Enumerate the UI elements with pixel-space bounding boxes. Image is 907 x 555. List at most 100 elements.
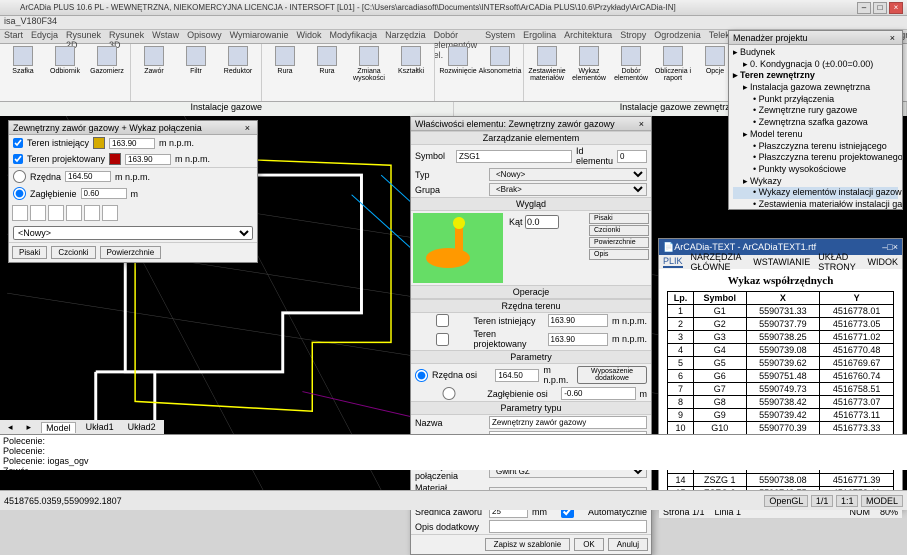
- side-pisaki-button[interactable]: Pisaki: [589, 213, 649, 224]
- menu-rysunek 3d[interactable]: Rysunek 3D: [109, 30, 144, 43]
- tool-icon[interactable]: [12, 205, 28, 221]
- tree-node[interactable]: ▸ Instalacja gazowa zewnętrzna: [733, 82, 898, 94]
- tree-node[interactable]: ▸ Elementy użytkownika: [733, 222, 898, 234]
- model-tab-układ1[interactable]: Układ1: [82, 422, 118, 432]
- symbol-input[interactable]: [456, 150, 572, 163]
- layer-val[interactable]: [109, 138, 155, 149]
- status-1/1[interactable]: 1/1: [811, 495, 834, 507]
- tool-icon[interactable]: [66, 205, 82, 221]
- grupa-select[interactable]: <Brak>: [489, 183, 647, 196]
- ribbon-gazomierz[interactable]: Gazomierz: [88, 46, 126, 75]
- menu-narzędzia[interactable]: Narzędzia: [385, 30, 426, 43]
- powierzchnie-button[interactable]: Powierzchnie: [100, 246, 162, 259]
- tree-node[interactable]: • Wykazy elementów instalacji gazow: [733, 187, 898, 199]
- ribbon-reduktor[interactable]: Reduktor: [219, 46, 257, 75]
- tree-node[interactable]: • Płaszczyzna terenu projektowanego: [733, 152, 898, 164]
- minimize-button[interactable]: –: [857, 2, 871, 14]
- layer-val[interactable]: [125, 154, 171, 165]
- opis-input[interactable]: [489, 520, 647, 533]
- kat-input[interactable]: [525, 215, 559, 229]
- opt-radio[interactable]: [13, 187, 26, 200]
- czcionki-button[interactable]: Czcionki: [51, 246, 95, 259]
- style-select[interactable]: <Nowy>: [13, 226, 253, 240]
- ribbon-obliczenia-i-raport[interactable]: Obliczenia i raport: [654, 46, 692, 82]
- ribbon-wykaz-elementów[interactable]: Wykaz elementów: [570, 46, 608, 82]
- zg-input[interactable]: [561, 387, 635, 400]
- menu-widok[interactable]: Widok: [297, 30, 322, 43]
- cancel-button[interactable]: Anuluj: [608, 538, 648, 551]
- rz-radio[interactable]: [415, 369, 428, 382]
- ti-chk[interactable]: [415, 314, 470, 327]
- save-template-button[interactable]: Zapisz w szablonie: [485, 538, 571, 551]
- status-opengl[interactable]: OpenGL: [764, 495, 808, 507]
- tree-node[interactable]: • Punkt przyłączenia: [733, 94, 898, 106]
- ti-input[interactable]: [548, 314, 609, 327]
- tool-icon[interactable]: [48, 205, 64, 221]
- ribbon-kształtki[interactable]: Kształtki: [392, 46, 430, 82]
- tree-node[interactable]: • Zewnętrzne rury gazowe: [733, 105, 898, 117]
- tree-node[interactable]: ▸ Teren zewnętrzny: [733, 70, 898, 82]
- ribbon-zawór[interactable]: Zawór: [135, 46, 173, 75]
- side-opis-button[interactable]: Opis: [589, 249, 649, 260]
- zg-radio[interactable]: [415, 387, 483, 400]
- menu-architektura[interactable]: Architektura: [564, 30, 612, 43]
- ribbon-rozwinięcie[interactable]: Rozwinięcie: [439, 46, 477, 75]
- menu-modyfikacja[interactable]: Modyfikacja: [330, 30, 378, 43]
- menu-rysunek 2d[interactable]: Rysunek 2D: [66, 30, 101, 43]
- ribbon-zmiana-wysokości[interactable]: Zmiana wysokości: [350, 46, 388, 82]
- menu-edycja[interactable]: Edycja: [31, 30, 58, 43]
- opt-radio[interactable]: [13, 170, 26, 183]
- status-1:1[interactable]: 1:1: [836, 495, 859, 507]
- status-model[interactable]: MODEL: [861, 495, 903, 507]
- typ-select[interactable]: <Nowy>: [489, 168, 647, 181]
- ribbon-zestawienie-materiałów[interactable]: Zestawienie materiałów: [528, 46, 566, 82]
- command-line[interactable]: Polecenie:Polecenie:Polecenie: iogas_ogv…: [0, 434, 907, 470]
- ribbon-rura[interactable]: Rura: [266, 46, 304, 82]
- model-tab-układ2[interactable]: Układ2: [124, 422, 160, 432]
- ribbon-aksonometria[interactable]: Aksonometria: [481, 46, 519, 75]
- close-button[interactable]: ×: [889, 2, 903, 14]
- menu-ergolina[interactable]: Ergolina: [523, 30, 556, 43]
- pisaki-button[interactable]: Pisaki: [12, 246, 47, 259]
- textwin-tab-widok[interactable]: WIDOK: [868, 257, 899, 267]
- menu-stropy[interactable]: Stropy: [620, 30, 646, 43]
- ribbon-dobór-elementów[interactable]: Dobór elementów: [612, 46, 650, 82]
- textwin-tab-plik[interactable]: PLIK: [663, 256, 683, 268]
- opt-val[interactable]: [65, 171, 111, 182]
- side-czcionki-button[interactable]: Czcionki: [589, 225, 649, 236]
- menu-dobór elementów el.[interactable]: Dobór elementów el.: [434, 30, 478, 43]
- textwin-tab-układ strony[interactable]: UKŁAD STRONY: [818, 252, 859, 272]
- props-close-icon[interactable]: ×: [636, 119, 647, 129]
- ribbon-szafka[interactable]: Szafka: [4, 46, 42, 75]
- opt-val[interactable]: [81, 188, 127, 199]
- tree-node[interactable]: • Punkty wysokościowe: [733, 164, 898, 176]
- tool-icon[interactable]: [102, 205, 118, 221]
- menu-system[interactable]: System: [485, 30, 515, 43]
- menu-wymiarowanie[interactable]: Wymiarowanie: [230, 30, 289, 43]
- menu-start[interactable]: Start: [4, 30, 23, 43]
- ribbon-odbiornik[interactable]: Odbiornik: [46, 46, 84, 75]
- layer-chk[interactable]: [13, 138, 23, 148]
- layer-color[interactable]: [109, 153, 121, 165]
- tree-node[interactable]: ▸ Wykazy: [733, 176, 898, 188]
- doc-tab[interactable]: isa_V180F34: [4, 16, 57, 29]
- tp-input[interactable]: [548, 333, 609, 346]
- menu-opisowy[interactable]: Opisowy: [187, 30, 222, 43]
- tree-node[interactable]: ▸ Budynek: [733, 47, 898, 59]
- tree-node[interactable]: • Zewnętrzna szafka gazowa: [733, 117, 898, 129]
- side-powierzchnie-button[interactable]: Powierzchnie: [589, 237, 649, 248]
- tp-chk[interactable]: [415, 333, 470, 346]
- layer-chk[interactable]: [13, 154, 23, 164]
- layers-close-icon[interactable]: ×: [242, 123, 253, 133]
- menu-ogrodzenia[interactable]: Ogrodzenia: [654, 30, 701, 43]
- ok-button[interactable]: OK: [574, 538, 604, 551]
- id-input[interactable]: [617, 150, 647, 163]
- model-tab-model[interactable]: Model: [41, 422, 76, 433]
- layer-color[interactable]: [93, 137, 105, 149]
- tab-nav-icon[interactable]: ▸: [23, 422, 36, 433]
- rz-input[interactable]: [495, 369, 539, 382]
- ribbon-filtr[interactable]: Filtr: [177, 46, 215, 75]
- textwin-tab-wstawianie[interactable]: WSTAWIANIE: [753, 257, 810, 267]
- nazwa-input[interactable]: [489, 416, 647, 429]
- tree-close-icon[interactable]: ×: [887, 33, 898, 43]
